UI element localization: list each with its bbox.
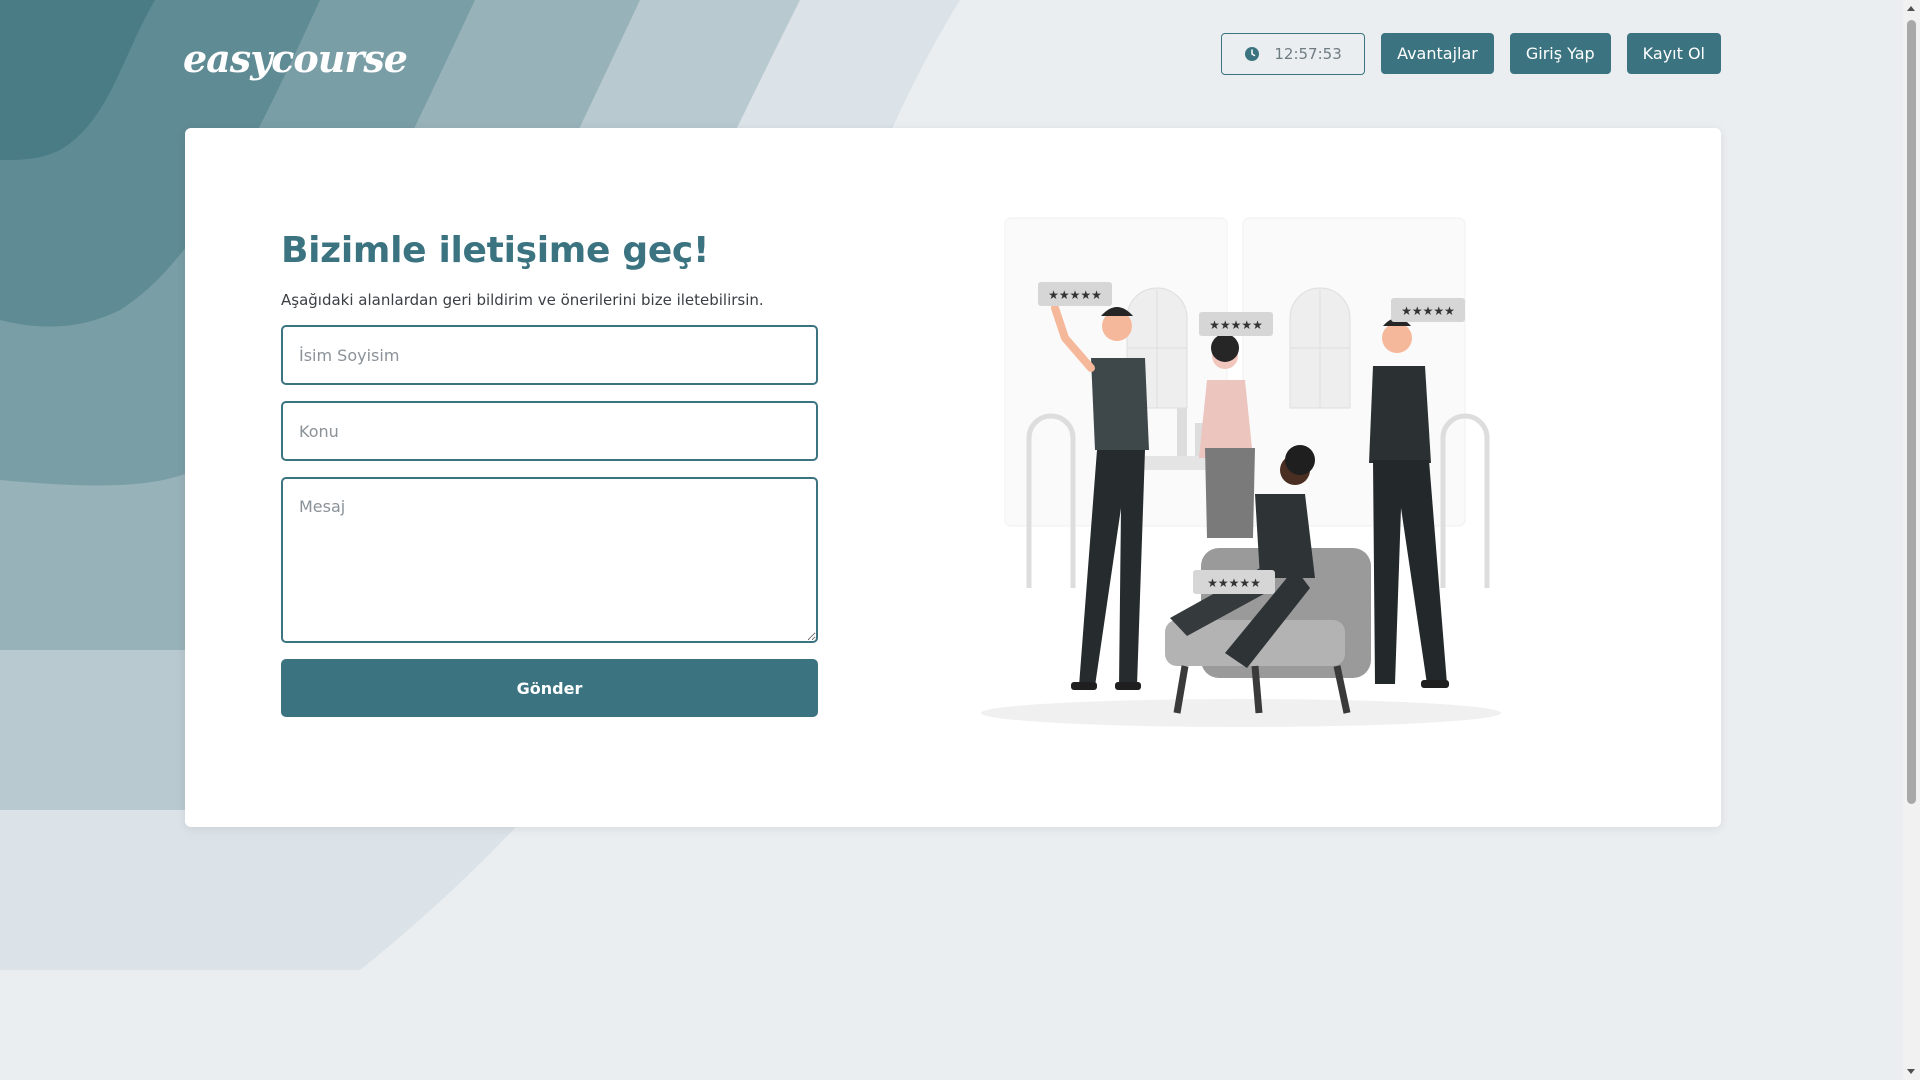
scrollbar-thumb[interactable]: [1907, 20, 1916, 804]
feedback-illustration: ★★★★★ ★★★★★ ★★★★★ ★★★★★: [981, 217, 1501, 727]
login-button[interactable]: Giriş Yap: [1509, 33, 1611, 74]
page-scrollbar[interactable]: [1903, 0, 1920, 1080]
name-input[interactable]: [281, 325, 818, 385]
rating-badge-3: ★★★★★: [1401, 304, 1455, 318]
rating-badge-1: ★★★★★: [1048, 288, 1102, 302]
clock-icon: [1245, 47, 1260, 61]
clock-widget: 12:57:53: [1221, 33, 1366, 75]
top-nav: 12:57:53 Avantajlar Giriş Yap Kayıt Ol: [1221, 33, 1721, 75]
contact-form: Bizimle iletişime geç! Aşağıdaki alanlar…: [281, 230, 818, 717]
rating-badge-2: ★★★★★: [1209, 318, 1263, 332]
rating-badge-4: ★★★★★: [1207, 576, 1261, 590]
register-button[interactable]: Kayıt Ol: [1626, 33, 1721, 74]
contact-card: Bizimle iletişime geç! Aşağıdaki alanlar…: [185, 128, 1721, 827]
advantages-button[interactable]: Avantajlar: [1381, 33, 1494, 74]
clock-time: 12:57:53: [1274, 45, 1342, 63]
page-subtitle: Aşağıdaki alanlardan geri bildirim ve ön…: [281, 291, 764, 309]
page-title: Bizimle iletişime geç!: [281, 230, 710, 271]
scroll-down-arrow-icon[interactable]: [1907, 1069, 1915, 1074]
logo[interactable]: easycourse: [183, 36, 408, 81]
submit-button[interactable]: Gönder: [281, 659, 818, 717]
scroll-up-arrow-icon[interactable]: [1907, 6, 1915, 11]
subject-input[interactable]: [281, 401, 818, 461]
message-textarea[interactable]: [281, 477, 818, 643]
